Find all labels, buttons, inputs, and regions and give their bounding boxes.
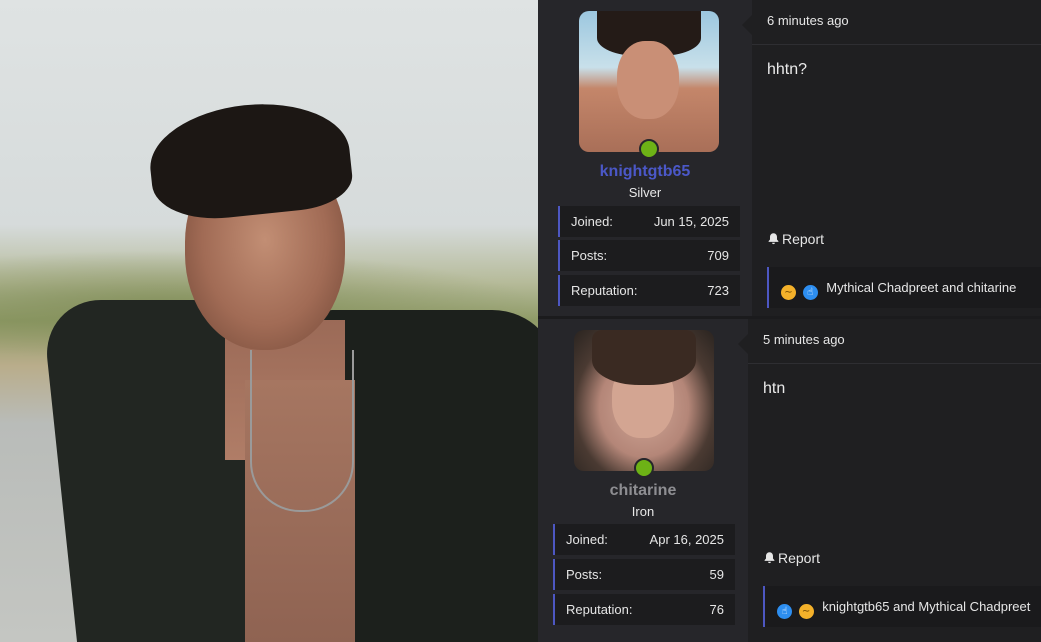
report-button[interactable]: Report (763, 550, 820, 566)
username-link[interactable]: chitarine (538, 482, 748, 500)
username-link[interactable]: knightgtb65 (538, 163, 752, 181)
photo-chain (250, 350, 354, 512)
user-rank: Silver (628, 185, 662, 200)
user-rank: Iron (631, 504, 655, 519)
stat-label: Joined: (571, 214, 613, 229)
report-label: Report (778, 550, 821, 566)
attached-photo[interactable] (0, 0, 538, 642)
stat-reputation: Reputation: 76 (553, 594, 735, 625)
online-status-icon (634, 458, 654, 478)
stat-value: 59 (709, 567, 724, 582)
divider (748, 363, 1041, 364)
message-arrow (738, 334, 748, 354)
bell-icon (764, 552, 775, 564)
stat-value: 723 (707, 283, 729, 298)
confused-icon: ∼ (781, 285, 796, 300)
stat-value: Apr 16, 2025 (649, 532, 724, 547)
stat-label: Reputation: (566, 602, 633, 617)
post-timestamp[interactable]: 5 minutes ago (763, 332, 845, 347)
report-label: Report (782, 231, 825, 247)
user-panel: knightgtb65 Silver Joined: Jun 15, 2025 … (538, 0, 752, 316)
stat-label: Posts: (566, 567, 603, 582)
reaction-names[interactable]: knightgtb65 and Mythical Chadpreet (822, 599, 1030, 614)
stat-label: Joined: (566, 532, 608, 547)
message-column: 5 minutes ago htn Report ☝ ∼ knightgtb65… (738, 319, 1041, 642)
message-column: 6 minutes ago hhtn? Report ∼ ☝ Mythical … (742, 0, 1041, 316)
post-body: hhtn? (767, 61, 808, 78)
post-body: htn (763, 380, 786, 397)
avatar-face (617, 41, 679, 119)
post: knightgtb65 Silver Joined: Jun 15, 2025 … (538, 0, 1041, 316)
user-panel: chitarine Iron Joined: Apr 16, 2025 Post… (538, 319, 748, 642)
avatar-hair (592, 330, 696, 385)
stat-value: 76 (709, 602, 724, 617)
reactions-bar[interactable]: ∼ ☝ Mythical Chadpreet and chitarine (767, 267, 1041, 308)
avatar[interactable] (574, 330, 714, 471)
stat-reputation: Reputation: 723 (558, 275, 740, 306)
stat-value: Jun 15, 2025 (653, 214, 729, 229)
post-timestamp[interactable]: 6 minutes ago (767, 13, 849, 28)
stat-label: Reputation: (571, 283, 638, 298)
stat-label: Posts: (571, 248, 608, 263)
stat-posts: Posts: 59 (553, 559, 735, 590)
confused-icon: ∼ (798, 604, 814, 619)
report-button[interactable]: Report (767, 231, 824, 247)
stat-joined: Joined: Jun 15, 2025 (558, 206, 740, 237)
bell-icon (768, 233, 779, 245)
stat-value: 709 (707, 248, 729, 263)
reactions-bar[interactable]: ☝ ∼ knightgtb65 and Mythical Chadpreet (763, 586, 1041, 627)
divider (752, 44, 1041, 45)
online-status-icon (639, 139, 659, 159)
reaction-names[interactable]: Mythical Chadpreet and chitarine (826, 280, 1016, 295)
like-icon: ☝ (777, 604, 792, 619)
stat-posts: Posts: 709 (558, 240, 740, 271)
message-arrow (742, 15, 752, 35)
avatar[interactable] (579, 11, 719, 152)
stat-joined: Joined: Apr 16, 2025 (553, 524, 735, 555)
like-icon: ☝ (802, 285, 818, 300)
post: chitarine Iron Joined: Apr 16, 2025 Post… (538, 319, 1041, 642)
